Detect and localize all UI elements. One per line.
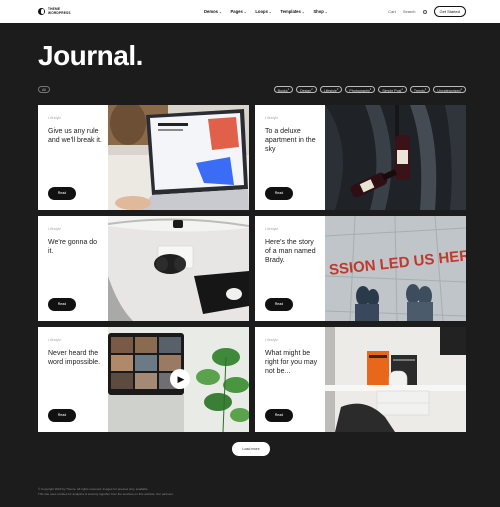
- post-category[interactable]: Lifestyle: [265, 116, 278, 120]
- filter-lifestyle[interactable]: Lifestyle3: [319, 86, 343, 93]
- post-card-body: Lifestyle Here's the story of a man name…: [255, 216, 325, 321]
- read-button[interactable]: Read: [265, 298, 293, 311]
- nav-item-loops[interactable]: Loops ⌄: [255, 9, 271, 14]
- chevron-down-icon: ⌄: [243, 9, 247, 14]
- post-category[interactable]: Lifestyle: [265, 338, 278, 342]
- header-actions: Cart Search Get Started: [388, 6, 466, 17]
- filter-simple-post[interactable]: Simple Post1: [378, 86, 407, 93]
- nav-item-pages[interactable]: Pages ⌄: [230, 9, 246, 14]
- chevron-down-icon: ⌄: [301, 9, 305, 14]
- site-logo[interactable]: THEME WORDPRESS: [38, 7, 71, 15]
- chevron-down-icon: ⌄: [324, 9, 328, 14]
- post-category[interactable]: Lifestyle: [265, 227, 278, 231]
- filter-trends[interactable]: Trends4: [409, 86, 431, 93]
- chevron-down-icon: ⌄: [268, 9, 272, 14]
- top-navigation-bar: THEME WORDPRESS Demos ⌄ Pages ⌄ Loops ⌄ Tem…: [0, 0, 500, 23]
- cart-link[interactable]: Cart: [388, 9, 396, 14]
- post-card[interactable]: Lifestyle What might be right for you ma…: [255, 327, 466, 432]
- read-button[interactable]: Read: [48, 298, 76, 311]
- post-category[interactable]: Lifestyle: [48, 338, 61, 342]
- main-nav: Demos ⌄ Pages ⌄ Loops ⌄ Templates ⌄ Shop ⌄: [204, 9, 327, 14]
- logo-text-bottom: WORDPRESS: [48, 10, 71, 15]
- logo-icon: [38, 8, 45, 15]
- footer-legal: © Copyright 2023 by Theme. All rights re…: [38, 487, 368, 496]
- page-title: Journal.: [38, 40, 143, 71]
- filter-photography[interactable]: Photography2: [345, 86, 376, 93]
- post-title[interactable]: Give us any rule and we'll break it.: [48, 127, 104, 145]
- post-card[interactable]: Lifestyle To a deluxe apartment in the s…: [255, 105, 466, 210]
- filter-design[interactable]: Design2: [296, 86, 317, 93]
- read-button[interactable]: Read: [48, 187, 76, 200]
- nav-item-templates[interactable]: Templates ⌄: [280, 9, 304, 14]
- play-icon: ▶: [177, 373, 185, 384]
- chevron-down-icon: ⌄: [218, 9, 222, 14]
- nav-item-shop[interactable]: Shop ⌄: [313, 9, 327, 14]
- play-button[interactable]: ▶: [170, 369, 190, 389]
- footer-notice: This site uses cookies for analytics & s…: [38, 491, 174, 496]
- logo-wordmark: THEME WORDPRESS: [48, 7, 71, 15]
- category-filters: Books1 Design2 Lifestyle3 Photography2 S…: [273, 86, 466, 93]
- filter-books[interactable]: Books1: [273, 86, 294, 93]
- post-category[interactable]: Lifestyle: [48, 116, 61, 120]
- post-image-video-call-plant[interactable]: ▶: [108, 327, 249, 432]
- post-image-headphones-desk[interactable]: [108, 216, 249, 321]
- post-image-wine-bottle[interactable]: [325, 105, 466, 210]
- post-title[interactable]: Never heard the word impossible.: [48, 349, 104, 367]
- theme-toggle-icon[interactable]: [422, 9, 427, 14]
- post-title[interactable]: Here's the story of a man named Brady.: [265, 238, 321, 265]
- load-more-button[interactable]: Load more: [232, 442, 270, 456]
- post-card[interactable]: Lifestyle Here's the story of a man name…: [255, 216, 466, 321]
- post-card[interactable]: Lifestyle We're gonna do it. Read: [38, 216, 249, 321]
- filter-all[interactable]: All: [38, 86, 50, 93]
- read-button[interactable]: Read: [265, 187, 293, 200]
- post-image-office-desk[interactable]: [325, 327, 466, 432]
- filter-uncategorized[interactable]: Uncategorized1: [433, 86, 466, 93]
- nav-item-demos[interactable]: Demos ⌄: [204, 9, 221, 14]
- post-card-body: Lifestyle Give us any rule and we'll bre…: [38, 105, 108, 210]
- post-card[interactable]: Lifestyle Never heard the word impossibl…: [38, 327, 249, 432]
- post-title[interactable]: What might be right for you may not be..…: [265, 349, 321, 376]
- post-card-body: Lifestyle What might be right for you ma…: [255, 327, 325, 432]
- read-button[interactable]: Read: [48, 409, 76, 422]
- post-title[interactable]: To a deluxe apartment in the sky: [265, 127, 321, 154]
- post-card[interactable]: Lifestyle Give us any rule and we'll bre…: [38, 105, 249, 210]
- get-started-button[interactable]: Get Started: [433, 6, 466, 17]
- read-button[interactable]: Read: [265, 409, 293, 422]
- post-title[interactable]: We're gonna do it.: [48, 238, 104, 256]
- post-category[interactable]: Lifestyle: [48, 227, 61, 231]
- post-card-body: Lifestyle We're gonna do it. Read: [38, 216, 108, 321]
- post-image-street-sign[interactable]: SSION LED US HERE: [325, 216, 466, 321]
- post-image-laptop-desk[interactable]: [108, 105, 249, 210]
- post-card-body: Lifestyle Never heard the word impossibl…: [38, 327, 108, 432]
- search-link[interactable]: Search: [403, 9, 416, 14]
- post-card-body: Lifestyle To a deluxe apartment in the s…: [255, 105, 325, 210]
